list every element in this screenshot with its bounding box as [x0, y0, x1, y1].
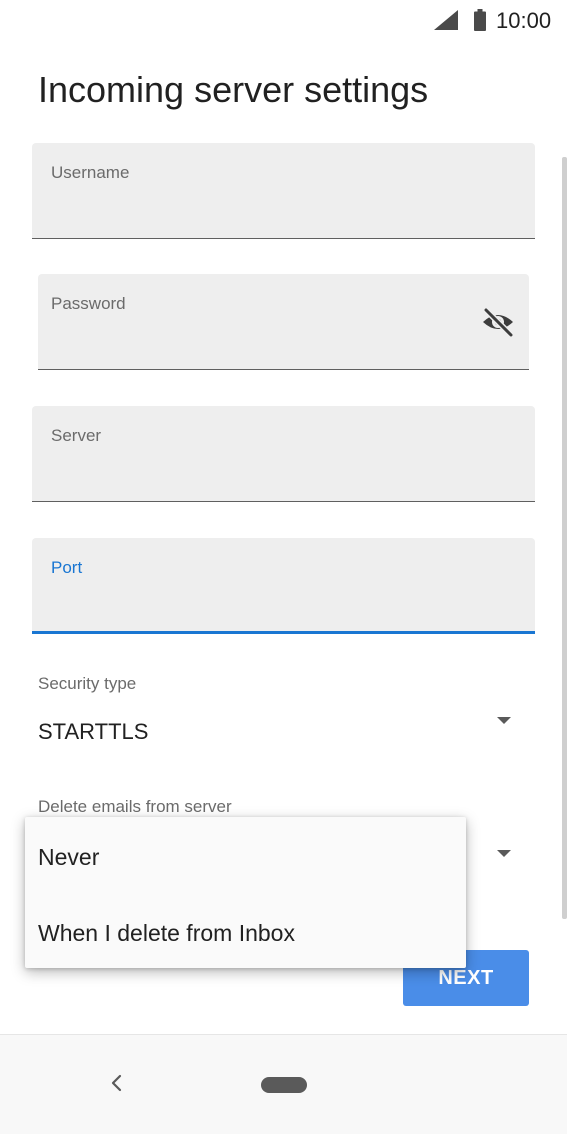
server-input[interactable]: [51, 458, 516, 488]
delete-emails-menu: Never When I delete from Inbox: [25, 817, 466, 968]
home-pill-icon[interactable]: [261, 1077, 307, 1093]
back-chevron-icon[interactable]: [104, 1071, 128, 1095]
port-label: Port: [51, 558, 83, 577]
scrollbar[interactable]: [562, 157, 567, 919]
visibility-off-icon[interactable]: [480, 307, 516, 337]
security-type-value: STARTTLS: [38, 719, 149, 744]
navigation-bar: [0, 1035, 567, 1134]
battery-icon: [474, 9, 486, 31]
menu-item-when-delete-from-inbox[interactable]: When I delete from Inbox: [25, 903, 466, 963]
cellular-signal-icon: [434, 10, 458, 30]
password-field[interactable]: Password: [38, 274, 529, 370]
server-field[interactable]: Server: [32, 406, 535, 502]
chevron-down-icon: [497, 717, 511, 724]
status-bar: 10:00: [0, 0, 567, 44]
chevron-down-icon[interactable]: [497, 850, 511, 857]
page-title: Incoming server settings: [38, 69, 429, 110]
delete-emails-label: Delete emails from server: [38, 797, 232, 816]
status-time: 10:00: [496, 8, 552, 33]
username-input[interactable]: [51, 195, 516, 225]
username-label: Username: [51, 163, 130, 182]
port-input[interactable]: [51, 590, 516, 620]
security-type-select[interactable]: STARTTLS: [32, 700, 535, 762]
password-label: Password: [51, 294, 126, 313]
port-field[interactable]: Port: [32, 538, 535, 634]
menu-item-never[interactable]: Never: [25, 827, 466, 887]
password-input[interactable]: [51, 326, 469, 356]
security-type-label: Security type: [38, 674, 137, 693]
server-label: Server: [51, 426, 102, 445]
username-field[interactable]: Username: [32, 143, 535, 239]
